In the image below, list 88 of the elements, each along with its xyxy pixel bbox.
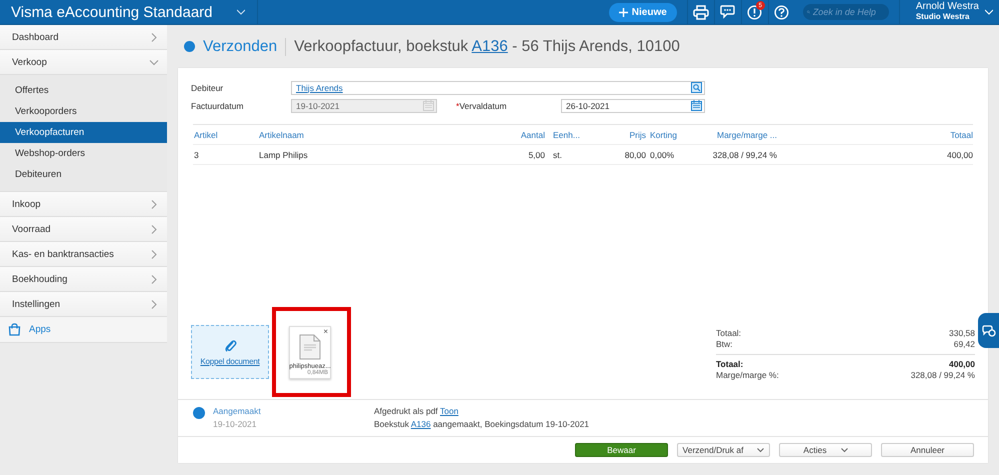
history-status: Aangemaakt [213,406,262,416]
field-label: Debiteur [191,82,224,92]
status-label: Verzonden [203,38,286,56]
column-header[interactable]: Artikelnaam [258,125,505,145]
status-dot [184,41,195,52]
history-entry: Boekstuk A136 aangemaakt, Boekingsdatum 19-10-2021 [374,419,590,429]
sidebar-subitem[interactable]: Debiteuren [0,164,167,185]
search-icon [806,8,810,16]
field-label: *Vervaldatum [456,100,508,110]
date-field[interactable]: 26-10-2021 [561,98,705,112]
table-cell: 0,00% [646,145,700,165]
company-name: Studio Westra [916,12,970,22]
sidebar-subitem[interactable]: Verkoopfacturen [0,122,167,143]
total-label: Totaal: [716,328,742,338]
table-cell: 3 [193,145,258,165]
column-header[interactable]: Totaal [777,125,973,145]
caret-icon [985,9,993,15]
table-cell: 80,00 [600,145,646,165]
total-value: 330,58 [949,328,975,338]
history-link[interactable]: Toon [440,406,458,416]
attach-document-button[interactable]: Koppel document [191,325,269,379]
shopping-bag-icon [8,323,21,336]
plus-icon [618,8,628,16]
help-icon[interactable] [774,4,790,20]
status-dot [193,407,205,419]
total-label: Btw: [716,338,733,348]
history-entry: Afgedrukt als pdf Toon [374,406,460,416]
table-cell: 5,00 [505,145,545,165]
chat-icon[interactable] [982,324,996,336]
sidebar-item[interactable]: Verkoop [0,50,167,75]
column-header[interactable]: Artikel [193,125,258,145]
sidebar-item[interactable]: Kas- en banktransacties [0,242,167,267]
table-cell: 400,00 [777,145,973,165]
history-date: 19-10-2021 [213,419,258,429]
sidebar-subitem[interactable]: Offertes [0,80,167,101]
total-label: Totaal: [716,358,744,368]
total-value: 69,42 [954,338,975,348]
apps-link[interactable]: Apps [0,317,167,343]
chevron-icon [151,32,157,42]
sidebar-subitem[interactable]: Webshop-orders [0,143,167,164]
user-name[interactable]: Arnold Westra [916,2,979,12]
chevron-icon [151,224,157,234]
sidebar-item[interactable]: Instellingen [0,292,167,317]
sidebar-item[interactable]: Inkoop [0,192,167,217]
debtor-link[interactable]: Thijs Arends [296,82,343,92]
column-header[interactable]: Prijs [600,125,646,145]
table-cell: st. [545,145,600,165]
total-label: Marge/marge %: [716,370,779,380]
caret-icon [757,448,764,452]
table-cell: Lamp Philips [258,145,505,165]
remove-button[interactable]: × [323,327,328,336]
chevron-icon [151,274,157,284]
save-button[interactable]: Bewaar [575,443,668,457]
column-header[interactable]: Korting [646,125,700,145]
column-header[interactable]: Marge/marge ... [700,125,777,145]
sidebar-item[interactable]: Dashboard [0,25,167,50]
column-header[interactable]: Eenh... [545,125,600,145]
sidebar-item[interactable]: Voorraad [0,217,167,242]
cancel-button[interactable]: Annuleer [881,443,974,457]
history-link[interactable]: A136 [410,419,431,429]
document-icon [299,334,321,360]
alert-icon[interactable] [747,4,762,20]
app-title: Visma eAccounting Standaard [10,4,213,20]
sidebar-subitem[interactable]: Verkooporders [0,101,167,122]
document-link[interactable]: A136 [472,38,508,54]
help-search-field[interactable]: Zoek in de Help [802,4,889,20]
chevron-icon [151,300,157,308]
caret-icon [840,448,848,452]
search-icon[interactable] [691,82,702,93]
column-header[interactable]: Aantal [505,125,545,145]
total-value: 328,08 / 99,24 % [910,370,975,380]
chevron-icon [150,59,158,65]
new-button[interactable]: Nieuwe [608,2,677,22]
dropdown-button[interactable]: Acties [779,443,872,457]
sidebar-item[interactable]: Boekhouding [0,267,167,292]
dropdown-button[interactable]: Verzend/Druk af [677,443,770,457]
page-title: Verkoopfactuur, boekstuk A136 - 56 Thijs Arends, 10100 [294,38,680,56]
field-label: Factuurdatum [191,100,244,110]
table-cell: 328,08 / 99,24 % [700,145,777,165]
debtor-field[interactable]: Thijs Arends [291,80,705,94]
calendar-icon[interactable] [691,100,702,111]
printer-icon[interactable] [692,4,709,20]
caret-icon [236,9,245,15]
chat-icon[interactable] [720,5,736,19]
total-value: 400,00 [949,358,975,368]
paperclip-icon [224,338,236,353]
chevron-icon [151,250,157,258]
chevron-icon [151,200,157,208]
